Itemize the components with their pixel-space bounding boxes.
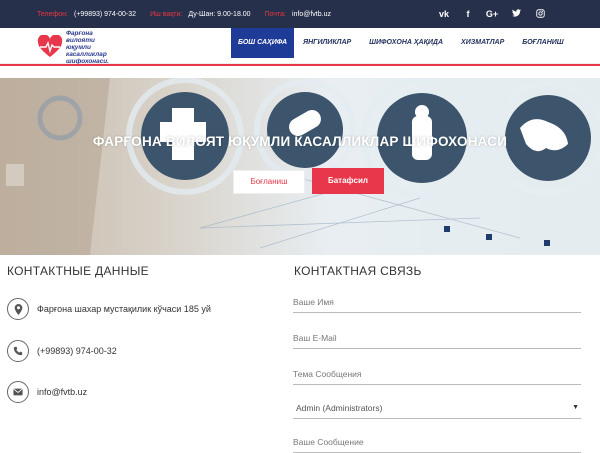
- facebook-icon[interactable]: f: [456, 9, 480, 19]
- name-input[interactable]: Ваше Имя: [293, 297, 581, 313]
- menu-item-about[interactable]: ШИФОХОНА ҲАҚИДА: [360, 28, 452, 58]
- hours-value: Ду-Шан: 9.00-18.00: [188, 10, 251, 18]
- hero-medical-graphic: [0, 78, 600, 255]
- google-plus-icon[interactable]: G+: [480, 9, 504, 19]
- subject-input[interactable]: Тема Сообщения: [293, 369, 581, 385]
- menu-item-contact[interactable]: БОҒЛАНИШ: [513, 28, 572, 58]
- message-textarea-placeholder: Ваше Сообщение: [293, 437, 364, 447]
- email-text[interactable]: info@fvtb.uz: [37, 387, 87, 397]
- message-textarea[interactable]: Ваше Сообщение: [293, 437, 581, 453]
- menu-item-news[interactable]: ЯНГИЛИКЛАР: [294, 28, 360, 58]
- nav-divider: [0, 64, 600, 66]
- phone-icon: [7, 340, 29, 362]
- chevron-down-icon: ▼: [572, 404, 579, 411]
- menu-item-home[interactable]: БОШ САҲИФА: [231, 28, 294, 58]
- menu-item-services[interactable]: ХИЗМАТЛАР: [452, 28, 513, 58]
- vk-icon[interactable]: vk: [432, 9, 456, 19]
- envelope-icon: [7, 381, 29, 403]
- contact-form-title: КОНТАКТНАЯ СВЯЗЬ: [294, 264, 422, 278]
- contact-data-title: КОНТАКТНЫЕ ДАННЫЕ: [7, 264, 149, 278]
- recipient-select-value: Admin (Administrators): [296, 403, 383, 413]
- email-row: info@fvtb.uz: [7, 381, 87, 403]
- name-input-placeholder: Ваше Имя: [293, 297, 334, 307]
- social-links: vk f G+: [432, 0, 552, 28]
- hero-title: ФАРҒОНА ВИЛОЯТ ЮҚУМЛИ КАСАЛЛИКЛАР ШИФОХО…: [92, 134, 508, 149]
- logo-text: Фарғона вилояти юқумли касалликлар шифох…: [66, 29, 109, 65]
- main-navbar: Фарғона вилояти юқумли касалликлар шифох…: [0, 28, 600, 65]
- twitter-icon[interactable]: [504, 9, 528, 19]
- recipient-select[interactable]: Admin (Administrators) ▼: [293, 403, 581, 419]
- address-row: Фарғона шахар мустақилик кўчаси 185 уй: [7, 298, 211, 320]
- address-text: Фарғона шахар мустақилик кўчаси 185 уй: [37, 304, 211, 314]
- subject-input-placeholder: Тема Сообщения: [293, 369, 362, 379]
- site-logo[interactable]: Фарғона вилояти юқумли касалликлар шифох…: [37, 29, 117, 65]
- hero-details-button[interactable]: Батафсил: [312, 168, 384, 194]
- hero-banner: ФАРҒОНА ВИЛОЯТ ЮҚУМЛИ КАСАЛЛИКЛАР ШИФОХО…: [0, 78, 600, 255]
- heart-pulse-icon: [37, 35, 63, 57]
- slider-prev-arrow[interactable]: [6, 164, 24, 186]
- instagram-icon[interactable]: [528, 8, 552, 20]
- main-menu: БОШ САҲИФА ЯНГИЛИКЛАР ШИФОХОНА ҲАҚИДА ХИ…: [231, 28, 573, 58]
- map-marker-icon: [7, 298, 29, 320]
- mail-value[interactable]: info@fvtb.uz: [292, 11, 331, 18]
- phone-row: (+99893) 974-00-32: [7, 340, 117, 362]
- email-input-placeholder: Ваш E-Mail: [293, 333, 337, 343]
- email-input[interactable]: Ваш E-Mail: [293, 333, 581, 349]
- hero-contact-button[interactable]: Боғланиш: [233, 170, 305, 194]
- phone-text[interactable]: (+99893) 974-00-32: [37, 346, 117, 356]
- hours-label: Иш вақти:: [150, 10, 183, 18]
- top-bar: Телефон: (+99893) 974-00-32 Иш вақти: Ду…: [0, 0, 600, 28]
- phone-value[interactable]: (+99893) 974-00-32: [74, 11, 136, 18]
- mail-label: Почта:: [264, 10, 286, 18]
- phone-label: Телефон:: [37, 10, 68, 18]
